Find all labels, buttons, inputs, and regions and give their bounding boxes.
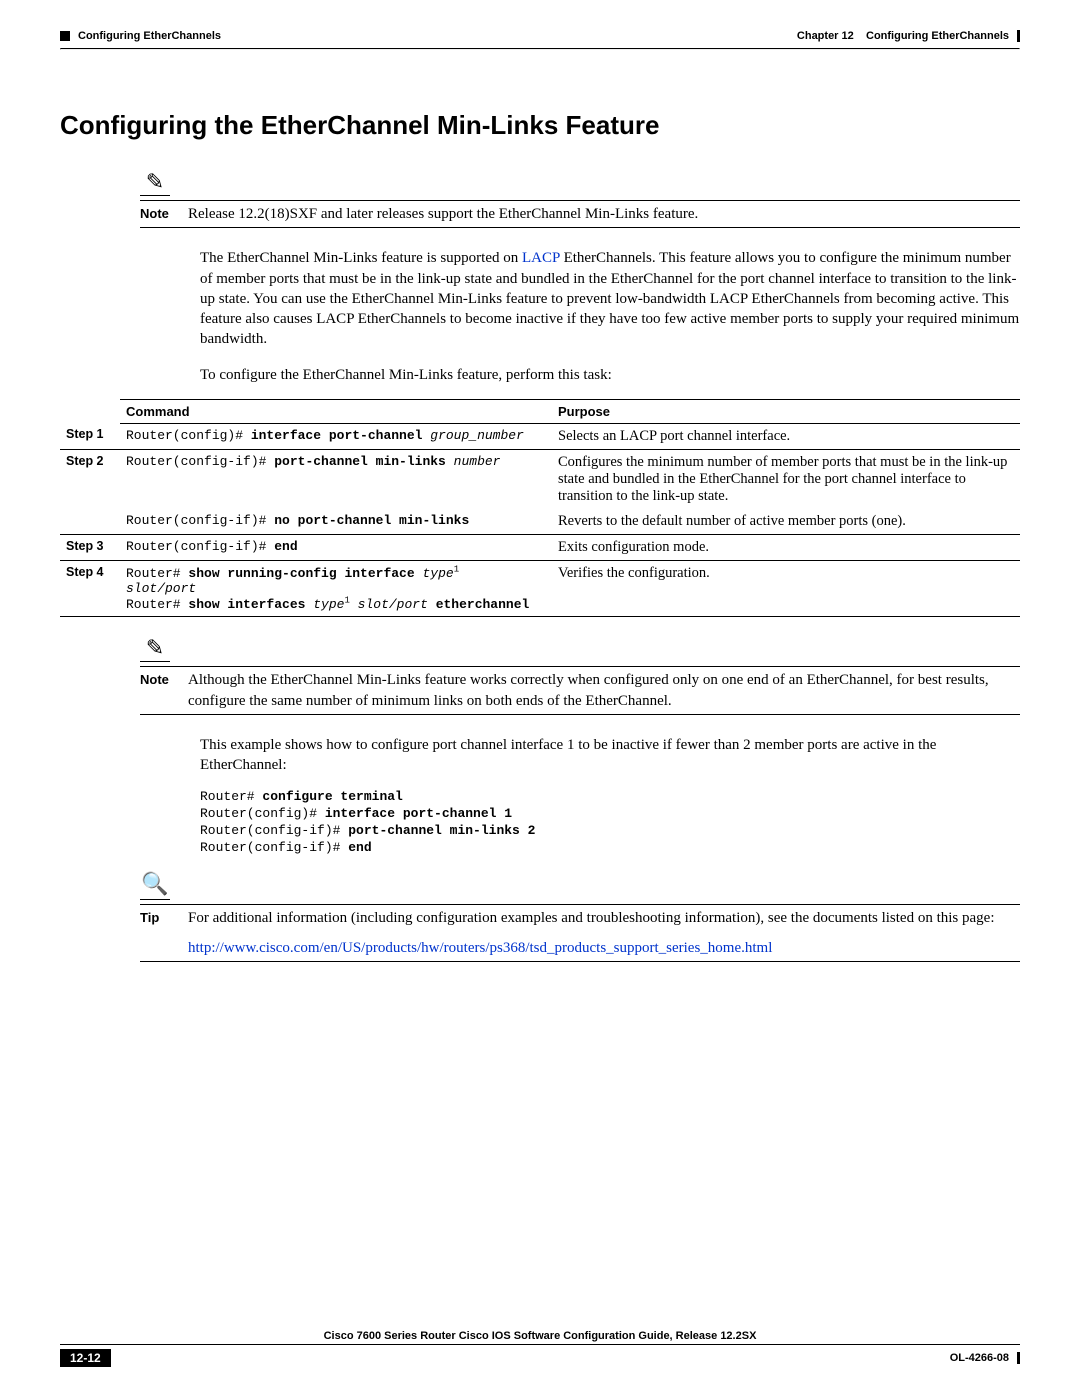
header-square-icon <box>60 31 70 41</box>
tip-content: For additional information (including co… <box>188 908 995 959</box>
header-chapter: Chapter 12 Configuring EtherChannels <box>797 30 1009 42</box>
note-block: ✎ Note Although the EtherChannel Min-Lin… <box>140 637 1020 715</box>
step-label: Step 1 <box>60 423 120 449</box>
footer-doc-title: Cisco 7600 Series Router Cisco IOS Softw… <box>60 1330 1020 1345</box>
note-label: Note <box>140 204 174 224</box>
header-section-title: Configuring EtherChannels <box>78 30 221 42</box>
tip-link[interactable]: http://www.cisco.com/en/US/products/hw/r… <box>188 940 772 956</box>
note-text: Release 12.2(18)SXF and later releases s… <box>188 204 698 224</box>
note-body: Note Although the EtherChannel Min-Links… <box>140 666 1020 715</box>
step-label: Step 3 <box>60 534 120 560</box>
tip-text: For additional information (including co… <box>188 908 995 928</box>
page-number: 12-12 <box>60 1349 111 1367</box>
purpose-cell: Reverts to the default number of active … <box>552 509 1020 535</box>
note-body: Note Release 12.2(18)SXF and later relea… <box>140 200 1020 228</box>
lacp-link[interactable]: LACP <box>522 250 560 266</box>
doc-id: OL-4266-08 <box>950 1352 1020 1364</box>
table-row: Step 2 Router(config-if)# port-channel m… <box>60 449 1020 509</box>
col-command: Command <box>120 399 552 423</box>
purpose-cell: Selects an LACP port channel interface. <box>552 423 1020 449</box>
purpose-cell: Exits configuration mode. <box>552 534 1020 560</box>
command-cell: Router(config-if)# no port-channel min-l… <box>120 509 552 535</box>
code-example: Router# configure terminal Router(config… <box>200 789 1020 857</box>
running-header: Configuring EtherChannels Chapter 12 Con… <box>60 30 1020 42</box>
header-rule <box>60 48 1020 50</box>
note-text: Although the EtherChannel Min-Links feat… <box>188 670 1020 711</box>
header-left: Configuring EtherChannels <box>60 30 221 42</box>
page-footer: Cisco 7600 Series Router Cisco IOS Softw… <box>60 1330 1020 1367</box>
header-right: Chapter 12 Configuring EtherChannels <box>797 30 1020 42</box>
table-row: Step 1 Router(config)# interface port-ch… <box>60 423 1020 449</box>
note-block: ✎ Note Release 12.2(18)SXF and later rel… <box>140 171 1020 228</box>
step-label: Step 2 <box>60 449 120 509</box>
tip-label: Tip <box>140 908 174 959</box>
command-cell: Router(config-if)# port-channel min-link… <box>120 449 552 509</box>
magnifier-icon: 🔎 <box>140 871 170 900</box>
table-row: Step 3 Router(config-if)# end Exits conf… <box>60 534 1020 560</box>
header-bar-icon <box>1017 30 1020 42</box>
tip-head: 🔎 <box>140 871 1020 900</box>
footer-bar-icon <box>1017 1352 1020 1364</box>
purpose-cell: Verifies the configuration. <box>552 560 1020 617</box>
command-cell: Router# show running-config interface ty… <box>120 560 552 617</box>
body-paragraph: To configure the EtherChannel Min-Links … <box>200 365 1020 385</box>
table-row: Step 4 Router# show running-config inter… <box>60 560 1020 617</box>
step-label <box>60 509 120 535</box>
footer-row: 12-12 OL-4266-08 <box>60 1349 1020 1367</box>
note-head: ✎ <box>140 171 1020 196</box>
document-page: Configuring EtherChannels Chapter 12 Con… <box>0 0 1080 1397</box>
table-row: Router(config-if)# no port-channel min-l… <box>60 509 1020 535</box>
command-cell: Router(config-if)# end <box>120 534 552 560</box>
note-label: Note <box>140 670 174 711</box>
command-cell: Router(config)# interface port-channel g… <box>120 423 552 449</box>
body-paragraph: The EtherChannel Min-Links feature is su… <box>200 248 1020 349</box>
body-paragraph: This example shows how to configure port… <box>200 735 1020 776</box>
pencil-icon: ✎ <box>140 637 170 662</box>
note-head: ✎ <box>140 637 1020 662</box>
step-label: Step 4 <box>60 560 120 617</box>
col-purpose: Purpose <box>552 399 1020 423</box>
command-table: Command Purpose Step 1 Router(config)# i… <box>60 399 1020 618</box>
tip-block: 🔎 Tip For additional information (includ… <box>140 871 1020 963</box>
tip-body: Tip For additional information (includin… <box>140 904 1020 963</box>
pencil-icon: ✎ <box>140 171 170 196</box>
page-title: Configuring the EtherChannel Min-Links F… <box>60 110 1020 141</box>
purpose-cell: Configures the minimum number of member … <box>552 449 1020 509</box>
